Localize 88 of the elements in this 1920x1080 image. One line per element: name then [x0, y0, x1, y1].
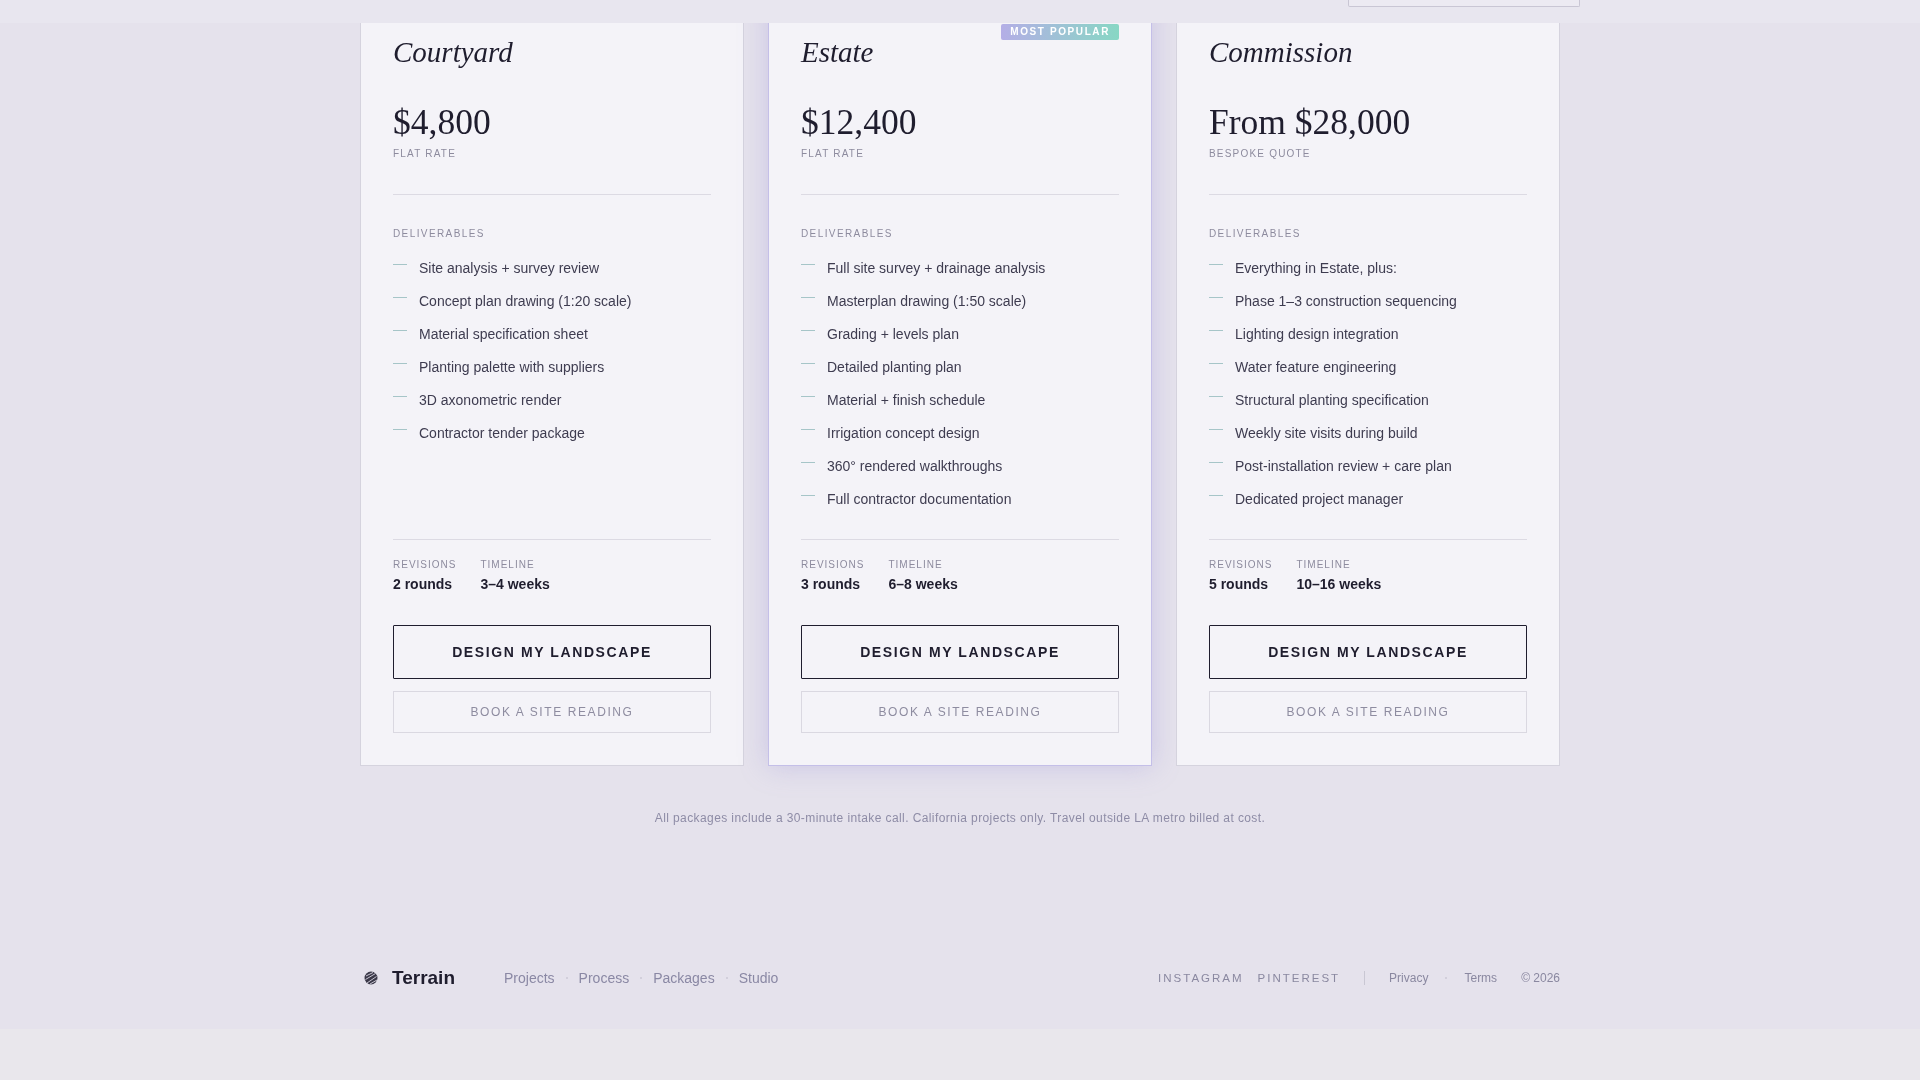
brand-name[interactable]: Terrain	[392, 967, 455, 989]
stat-value: 10–16 weeks	[1296, 575, 1382, 593]
footer-nav-link[interactable]: Process	[578, 970, 630, 986]
deliverable-text: Site analysis + survey review	[419, 259, 600, 278]
stat-label: TIMELINE	[1296, 558, 1351, 572]
dash-icon	[1209, 396, 1223, 397]
package-name: Courtyard	[393, 35, 513, 70]
dash-icon	[1209, 297, 1223, 298]
dash-icon	[1209, 363, 1223, 364]
design-button[interactable]: DESIGN MY LANDSCAPE	[1209, 625, 1527, 679]
dash-icon	[1209, 330, 1223, 331]
dash-icon	[801, 264, 815, 265]
stat-label: TIMELINE	[888, 558, 943, 572]
deliverable-text: Phase 1–3 construction sequencing	[1235, 292, 1457, 311]
stat-label: REVISIONS	[1209, 558, 1273, 572]
section-label: DELIVERABLES	[1209, 227, 1301, 241]
dash-icon	[1209, 264, 1223, 265]
dash-icon	[1209, 495, 1223, 496]
package-name: Commission	[1209, 35, 1353, 70]
dash-icon	[801, 429, 815, 430]
book-reading-button[interactable]: BOOK A SITE READING	[393, 691, 711, 733]
dash-icon	[393, 297, 407, 298]
package-price: $4,800	[393, 101, 491, 144]
package-price: From $28,000	[1209, 101, 1411, 144]
deliverable-text: Full contractor documentation	[827, 490, 1012, 509]
dash-icon	[801, 462, 815, 463]
deliverable-text: Structural planting specification	[1235, 391, 1429, 410]
deliverable-text: Contractor tender package	[419, 424, 585, 443]
legal-link[interactable]: Privacy	[1389, 971, 1429, 985]
social-link[interactable]: INSTAGRAM	[1158, 972, 1244, 984]
header-field[interactable]	[1348, 0, 1580, 7]
deliverable-text: Water feature engineering	[1235, 358, 1397, 377]
price-note: BESPOKE QUOTE	[1209, 147, 1311, 161]
deliverable-text: Detailed planting plan	[827, 358, 962, 377]
deliverable-text: Concept plan drawing (1:20 scale)	[419, 292, 632, 311]
section-label: DELIVERABLES	[393, 227, 485, 241]
copyright-text: © 2026	[1521, 971, 1560, 985]
stat-value: 5 rounds	[1209, 575, 1269, 593]
design-button[interactable]: DESIGN MY LANDSCAPE	[801, 625, 1119, 679]
footer-nav-link[interactable]: Projects	[504, 970, 555, 986]
deliverable-text: Grading + levels plan	[827, 325, 959, 344]
book-reading-button[interactable]: BOOK A SITE READING	[1209, 691, 1527, 733]
deliverable-text: Full site survey + drainage analysis	[827, 259, 1046, 278]
deliverable-text: Material specification sheet	[419, 325, 588, 344]
packages-note: All packages include a 30-minute intake call. California projects only. Travel outside LA metro billed at cost.	[654, 810, 1266, 826]
dash-icon	[393, 429, 407, 430]
deliverable-text: Irrigation concept design	[827, 424, 980, 443]
deliverable-text: Post-installation review + care plan	[1235, 457, 1452, 476]
dash-icon	[801, 297, 815, 298]
deliverable-text: 360° rendered walkthroughs	[827, 457, 1003, 476]
package-name: Estate	[801, 35, 874, 70]
dash-icon	[393, 330, 407, 331]
stat-label: REVISIONS	[801, 558, 865, 572]
footer-nav-link[interactable]: Packages	[653, 970, 715, 986]
stat-value: 3–4 weeks	[480, 575, 550, 593]
hatched-circle-icon	[364, 971, 378, 985]
dash-icon	[1209, 429, 1223, 430]
package-price: $12,400	[801, 101, 917, 144]
deliverable-text: Weekly site visits during build	[1235, 424, 1418, 443]
footer-nav-link[interactable]: Studio	[738, 970, 779, 986]
price-note: FLAT RATE	[393, 147, 457, 161]
dash-icon	[801, 363, 815, 364]
social-link[interactable]: PINTEREST	[1257, 972, 1341, 984]
legal-link[interactable]: Terms	[1464, 971, 1498, 985]
deliverable-text: Masterplan drawing (1:50 scale)	[827, 292, 1027, 311]
dash-icon	[1209, 462, 1223, 463]
stat-value: 6–8 weeks	[888, 575, 958, 593]
stat-label: REVISIONS	[393, 558, 457, 572]
dash-icon	[393, 363, 407, 364]
deliverable-text: Planting palette with suppliers	[419, 358, 605, 377]
stat-label: TIMELINE	[480, 558, 535, 572]
price-note: FLAT RATE	[801, 147, 865, 161]
deliverable-text: Material + finish schedule	[827, 391, 986, 410]
section-label: DELIVERABLES	[801, 227, 893, 241]
dash-icon	[393, 396, 407, 397]
stat-value: 2 rounds	[393, 575, 453, 593]
design-button[interactable]: DESIGN MY LANDSCAPE	[393, 625, 711, 679]
stat-value: 3 rounds	[801, 575, 861, 593]
dash-icon	[801, 495, 815, 496]
deliverable-text: Lighting design integration	[1235, 325, 1399, 344]
popular-tag: MOST POPULAR	[1001, 24, 1119, 40]
book-reading-button[interactable]: BOOK A SITE READING	[801, 691, 1119, 733]
deliverable-text: Dedicated project manager	[1235, 490, 1404, 509]
dash-icon	[801, 396, 815, 397]
dash-icon	[393, 264, 407, 265]
dash-icon	[801, 330, 815, 331]
deliverable-text: 3D axonometric render	[419, 391, 562, 410]
deliverable-text: Everything in Estate, plus:	[1235, 259, 1397, 278]
